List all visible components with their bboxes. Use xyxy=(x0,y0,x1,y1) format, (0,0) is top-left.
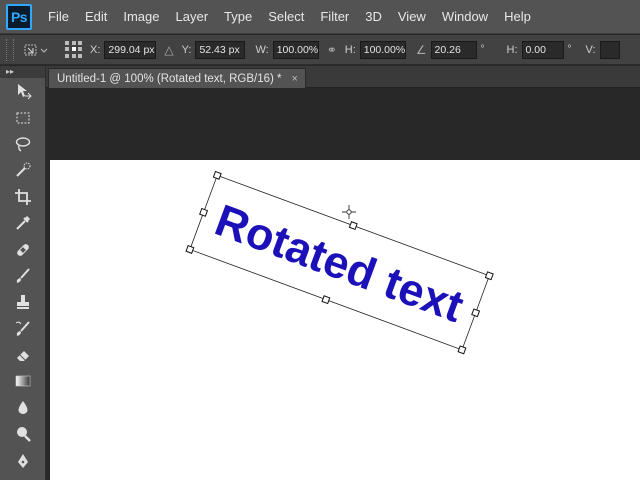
x-label: X: xyxy=(90,43,101,56)
tool-preset-picker[interactable] xyxy=(22,39,50,61)
horizontal-skew-field[interactable]: 0.00 xyxy=(521,40,564,59)
handle-bottom-center[interactable] xyxy=(321,295,331,305)
transform-preset-icon xyxy=(24,44,48,55)
y-position-field[interactable]: 52.43 px xyxy=(195,40,246,59)
width-scale-field[interactable]: 100.00% xyxy=(272,40,319,59)
vertical-skew-label: V: xyxy=(585,43,596,56)
document-canvas[interactable] xyxy=(50,160,640,480)
dodge-tool-icon[interactable] xyxy=(0,421,46,447)
pen-tool-icon[interactable] xyxy=(0,447,46,473)
height-scale-field[interactable]: 100.00% xyxy=(359,40,406,59)
workspace xyxy=(46,88,640,480)
tools-panel-collapse[interactable]: ▸▸ xyxy=(0,66,45,78)
clone-stamp-tool-icon[interactable] xyxy=(0,289,46,315)
menu-3d[interactable]: 3D xyxy=(357,0,390,34)
menu-filter[interactable]: Filter xyxy=(312,0,357,34)
handle-bottom-right[interactable] xyxy=(457,345,467,355)
rotate-angle-field[interactable]: 20.26 xyxy=(430,40,477,59)
options-bar-grip[interactable] xyxy=(6,38,14,61)
menu-select[interactable]: Select xyxy=(260,0,312,34)
quick-selection-tool-icon[interactable] xyxy=(0,157,46,183)
blur-tool-icon[interactable] xyxy=(0,395,46,421)
eraser-tool-icon[interactable] xyxy=(0,342,46,368)
menu-window[interactable]: Window xyxy=(434,0,496,34)
document-tab[interactable]: Untitled-1 @ 100% (Rotated text, RGB/16)… xyxy=(48,68,306,88)
link-icon[interactable]: ⚭ xyxy=(327,43,337,57)
relative-positioning-icon[interactable]: △ xyxy=(164,43,173,57)
horizontal-skew-label: H: xyxy=(506,43,518,56)
photoshop-logo: Ps xyxy=(6,3,32,30)
lasso-tool-icon[interactable] xyxy=(0,131,46,157)
document-tab-bar: Untitled-1 @ 100% (Rotated text, RGB/16)… xyxy=(46,66,640,88)
move-tool-icon[interactable] xyxy=(0,78,46,104)
menu-file[interactable]: File xyxy=(40,0,77,34)
menu-help[interactable]: Help xyxy=(496,0,539,34)
x-position-field[interactable]: 299.04 px xyxy=(104,40,157,59)
spot-healing-brush-tool-icon[interactable] xyxy=(0,236,46,262)
y-label: Y: xyxy=(181,43,192,56)
menu-items: File Edit Image Layer Type Select Filter… xyxy=(40,0,539,34)
menu-image[interactable]: Image xyxy=(115,0,167,34)
history-brush-tool-icon[interactable] xyxy=(0,316,46,342)
vertical-skew-field[interactable] xyxy=(599,40,620,59)
angle-unit: ° xyxy=(480,44,485,55)
handle-middle-left[interactable] xyxy=(199,207,209,217)
eyedropper-tool-icon[interactable] xyxy=(0,210,46,236)
brush-tool-icon[interactable] xyxy=(0,263,46,289)
handle-top-left[interactable] xyxy=(212,170,222,180)
rotate-angle-icon: ∠ xyxy=(415,42,427,57)
menu-bar: Ps File Edit Image Layer Type Select Fil… xyxy=(0,0,640,34)
handle-middle-right[interactable] xyxy=(471,308,481,318)
height-label: H: xyxy=(344,43,356,56)
handle-bottom-left[interactable] xyxy=(185,244,195,254)
crop-tool-icon[interactable] xyxy=(0,184,46,210)
menu-view[interactable]: View xyxy=(390,0,434,34)
horizontal-skew-unit: ° xyxy=(567,44,572,55)
width-label: W: xyxy=(255,43,269,56)
reference-point-locator[interactable] xyxy=(64,40,84,60)
menu-type[interactable]: Type xyxy=(216,0,260,34)
rectangular-marquee-tool-icon[interactable] xyxy=(0,104,46,130)
tools-panel: ▸▸ xyxy=(0,66,46,480)
handle-top-center[interactable] xyxy=(348,221,358,231)
handle-top-right[interactable] xyxy=(484,271,494,281)
document-tab-title: Untitled-1 @ 100% (Rotated text, RGB/16)… xyxy=(57,72,282,85)
menu-edit[interactable]: Edit xyxy=(77,0,115,34)
menu-layer[interactable]: Layer xyxy=(168,0,217,34)
options-bar: X: 299.04 px △ Y: 52.43 px W: 100.00% ⚭ … xyxy=(0,35,640,65)
close-icon[interactable]: × xyxy=(292,73,298,85)
gradient-tool-icon[interactable] xyxy=(0,368,46,394)
